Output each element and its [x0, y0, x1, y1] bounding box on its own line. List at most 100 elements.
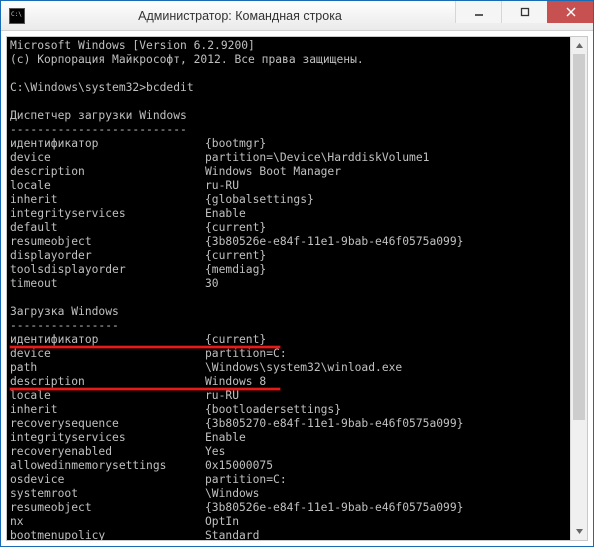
- kv-key: device: [10, 151, 205, 165]
- vertical-scrollbar[interactable]: [570, 37, 587, 540]
- kv-row: integrityservicesEnable: [10, 431, 584, 445]
- kv-key: идентификатор: [10, 333, 205, 347]
- section-title: Диспетчер загрузки Windows: [10, 109, 584, 123]
- kv-row: default{current}: [10, 221, 584, 235]
- kv-value: \Windows: [205, 487, 259, 501]
- kv-value: Windows Boot Manager: [205, 165, 341, 179]
- kv-value: \Windows\system32\winload.exe: [205, 361, 402, 375]
- kv-key: nx: [10, 515, 205, 529]
- kv-row: inherit{globalsettings}: [10, 193, 584, 207]
- kv-value: {3b805270-e84f-11e1-9bab-e46f0575a099}: [205, 417, 463, 431]
- kv-key: device: [10, 347, 205, 361]
- kv-row: allowedinmemorysettings0x15000075: [10, 459, 584, 473]
- window-title: Администратор: Командная строка: [25, 9, 455, 23]
- kv-value: Standard: [205, 529, 259, 541]
- kv-key: osdevice: [10, 473, 205, 487]
- close-icon: [566, 7, 576, 17]
- kv-row: идентификатор{current}: [10, 333, 584, 347]
- scroll-up-button[interactable]: [571, 37, 587, 54]
- kv-row: идентификатор{bootmgr}: [10, 137, 584, 151]
- blank: [10, 67, 584, 81]
- prompt-line: C:\Windows\system32>bcdedit: [10, 81, 584, 95]
- highlight-underline: [10, 388, 280, 390]
- kv-key: path: [10, 361, 205, 375]
- maximize-button[interactable]: [501, 1, 547, 23]
- blank: [10, 95, 584, 109]
- section-title: Загрузка Windows: [10, 305, 584, 319]
- kv-key: recoveryenabled: [10, 445, 205, 459]
- kv-value: {bootmgr}: [205, 137, 266, 151]
- kv-key: bootmenupolicy: [10, 529, 205, 541]
- kv-row: bootmenupolicyStandard: [10, 529, 584, 541]
- kv-key: locale: [10, 389, 205, 403]
- scroll-thumb[interactable]: [573, 54, 585, 420]
- kv-key: resumeobject: [10, 501, 205, 515]
- scroll-down-button[interactable]: [571, 523, 587, 540]
- kv-row: localeru-RU: [10, 389, 584, 403]
- kv-value: Yes: [205, 445, 225, 459]
- client-area: Microsoft Windows [Version 6.2.9200](c) …: [6, 36, 588, 541]
- kv-row: descriptionWindows 8: [10, 375, 584, 389]
- kv-value: Enable: [205, 207, 246, 221]
- kv-key: inherit: [10, 403, 205, 417]
- kv-value: {bootloadersettings}: [205, 403, 341, 417]
- kv-value: {current}: [205, 221, 266, 235]
- kv-key: integrityservices: [10, 431, 205, 445]
- highlight-underline: [10, 346, 280, 348]
- kv-key: locale: [10, 179, 205, 193]
- kv-row: devicepartition=\Device\HarddiskVolume1: [10, 151, 584, 165]
- blank: [10, 291, 584, 305]
- kv-value: 30: [205, 277, 219, 291]
- kv-value: partition=C:: [205, 347, 287, 361]
- kv-row: recoveryenabledYes: [10, 445, 584, 459]
- kv-row: resumeobject{3b80526e-e84f-11e1-9bab-e46…: [10, 235, 584, 249]
- chevron-up-icon: [575, 41, 584, 50]
- kv-row: localeru-RU: [10, 179, 584, 193]
- kv-key: recoverysequence: [10, 417, 205, 431]
- kv-value: Enable: [205, 431, 246, 445]
- kv-row: recoverysequence{3b805270-e84f-11e1-9bab…: [10, 417, 584, 431]
- banner-line: (c) Корпорация Майкрософт, 2012. Все пра…: [10, 53, 584, 67]
- kv-row: displayorder{current}: [10, 249, 584, 263]
- minimize-button[interactable]: [455, 1, 501, 23]
- banner-line: Microsoft Windows [Version 6.2.9200]: [10, 39, 584, 53]
- maximize-icon: [520, 7, 530, 17]
- kv-value: {globalsettings}: [205, 193, 314, 207]
- kv-row: osdevicepartition=C:: [10, 473, 584, 487]
- kv-key: идентификатор: [10, 137, 205, 151]
- kv-key: timeout: [10, 277, 205, 291]
- kv-row: resumeobject{3b80526e-e84f-11e1-9bab-e46…: [10, 501, 584, 515]
- kv-row: systemroot\Windows: [10, 487, 584, 501]
- cmd-icon: [9, 8, 25, 24]
- kv-key: default: [10, 221, 205, 235]
- kv-row: devicepartition=C:: [10, 347, 584, 361]
- kv-row: nxOptIn: [10, 515, 584, 529]
- kv-key: description: [10, 375, 205, 389]
- titlebar[interactable]: Администратор: Командная строка: [1, 1, 593, 31]
- kv-value: ru-RU: [205, 389, 239, 403]
- kv-value: {3b80526e-e84f-11e1-9bab-e46f0575a099}: [205, 501, 463, 515]
- kv-value: OptIn: [205, 515, 239, 529]
- kv-row: integrityservicesEnable: [10, 207, 584, 221]
- kv-value: {3b80526e-e84f-11e1-9bab-e46f0575a099}: [205, 235, 463, 249]
- kv-value: Windows 8: [205, 375, 266, 389]
- kv-key: toolsdisplayorder: [10, 263, 205, 277]
- kv-key: systemroot: [10, 487, 205, 501]
- kv-row: toolsdisplayorder{memdiag}: [10, 263, 584, 277]
- kv-key: description: [10, 165, 205, 179]
- kv-row: inherit{bootloadersettings}: [10, 403, 584, 417]
- close-button[interactable]: [547, 1, 593, 23]
- chevron-down-icon: [575, 527, 584, 536]
- kv-value: ru-RU: [205, 179, 239, 193]
- kv-key: resumeobject: [10, 235, 205, 249]
- kv-key: inherit: [10, 193, 205, 207]
- kv-row: path\Windows\system32\winload.exe: [10, 361, 584, 375]
- section-rule: --------------------------: [10, 123, 584, 137]
- kv-key: integrityservices: [10, 207, 205, 221]
- section-rule: ----------------: [10, 319, 584, 333]
- console-output[interactable]: Microsoft Windows [Version 6.2.9200](c) …: [7, 37, 587, 541]
- kv-value: 0x15000075: [205, 459, 273, 473]
- kv-row: descriptionWindows Boot Manager: [10, 165, 584, 179]
- scroll-track[interactable]: [571, 54, 587, 523]
- kv-value: partition=\Device\HarddiskVolume1: [205, 151, 429, 165]
